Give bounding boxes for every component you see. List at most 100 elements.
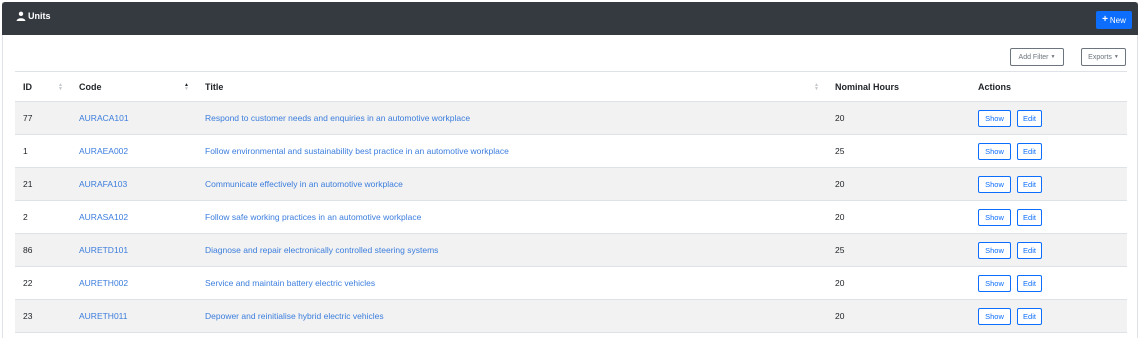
caret-down-icon: ▼ [1050,54,1056,60]
cell-code: AURASA102 [71,201,197,234]
cell-actions: Show Edit [970,168,1127,201]
code-link[interactable]: AURAEA002 [79,146,128,156]
cell-id: 1 [23,146,28,156]
show-button[interactable]: Show [978,208,1011,226]
column-header-code[interactable]: Code ▲ ▼ [71,71,197,102]
cell-actions: Show Edit [970,102,1127,135]
edit-button[interactable]: Edit [1017,208,1042,226]
title-link[interactable]: Follow safe working practices in an auto… [205,212,421,222]
table-row: 21 AURAFA103 Communicate effectively in an… [15,167,1127,201]
cell-title: Communicate effectively in an automotive… [197,168,827,201]
title-link[interactable]: Diagnose and repair electronically contr… [205,245,438,255]
cell-nominal-hours: 25 [835,245,845,255]
cell-nominal-hours: 25 [835,146,845,156]
code-link[interactable]: AURAFA103 [79,179,127,189]
cell-code: AURACA101 [71,102,197,135]
exports-label: Exports [1088,53,1112,61]
code-link[interactable]: AURETH011 [79,311,128,321]
row-actions: Show Edit [978,307,1119,325]
cell-id: 22 [23,278,33,288]
cell-id: 21 [23,179,33,189]
page-title-text: Units [28,11,51,21]
cell-nominal-hours: 20 [835,311,845,321]
new-button-label: New [1109,15,1126,25]
show-button[interactable]: Show [978,241,1011,259]
plus-icon: + [1102,14,1108,25]
page-title: Units [16,11,51,21]
row-actions: Show Edit [978,274,1119,292]
table-row: 77 AURACA101 Respond to customer needs and… [15,101,1127,135]
table-header-row: ID ▲ ▼ Code ▲ ▼ Title ▲ ▼ Nominal Hours Act… [15,71,1127,102]
column-header-label: Title [205,81,224,92]
cell-nominal-hours: 20 [835,179,845,189]
edit-button[interactable]: Edit [1017,142,1042,160]
column-header-label: Nominal Hours [835,81,900,92]
cell-nominal-hours: 20 [835,278,845,288]
column-header-title[interactable]: Title ▲ ▼ [197,71,827,102]
units-table: ID ▲ ▼ Code ▲ ▼ Title ▲ ▼ Nominal Hours Act… [15,71,1127,333]
sort-arrows-icon: ▲ ▼ [58,81,63,92]
column-header-actions: Actions [970,71,1127,102]
column-header-label: Actions [978,81,1012,92]
user-icon [16,11,26,21]
cell-code: AURETD101 [71,234,197,267]
cell-id: 23 [23,311,33,321]
title-link[interactable]: Follow environmental and sustainability … [205,146,509,156]
show-button[interactable]: Show [978,142,1011,160]
cell-title: Follow environmental and sustainability … [197,135,827,168]
exports-button[interactable]: Exports ▼ [1081,48,1126,66]
code-link[interactable]: AURETD101 [79,245,128,255]
edit-button[interactable]: Edit [1017,109,1042,127]
cell-nominal-hours: 20 [835,212,845,222]
code-link[interactable]: AURASA102 [79,212,128,222]
title-link[interactable]: Respond to customer needs and enquiries … [205,113,470,123]
edit-button[interactable]: Edit [1017,274,1042,292]
cell-actions: Show Edit [970,300,1127,333]
column-header-label: Code [79,81,102,92]
row-actions: Show Edit [978,142,1119,160]
table-row: 23 AURETH011 Depower and reinitialise hybr… [15,299,1127,333]
new-button[interactable]: + New [1096,11,1132,29]
table-body: 77 AURACA101 Respond to customer needs and… [15,101,1127,333]
cell-title: Diagnose and repair electronically contr… [197,234,827,267]
row-actions: Show Edit [978,175,1119,193]
show-button[interactable]: Show [978,109,1011,127]
show-button[interactable]: Show [978,307,1011,325]
edit-button[interactable]: Edit [1017,241,1042,259]
cell-actions: Show Edit [970,234,1127,267]
cell-code: AURAFA103 [71,168,197,201]
cell-actions: Show Edit [970,135,1127,168]
sort-arrows-icon: ▲ ▼ [184,81,189,92]
title-link[interactable]: Service and maintain battery electric ve… [205,278,375,288]
title-link[interactable]: Communicate effectively in an automotive… [205,179,403,189]
edit-button[interactable]: Edit [1017,175,1042,193]
edit-button[interactable]: Edit [1017,307,1042,325]
add-filter-button[interactable]: Add Filter ▼ [1010,48,1064,66]
cell-id: 2 [23,212,28,222]
column-header-label: ID [23,81,32,92]
cell-id: 86 [23,245,33,255]
cell-title: Follow safe working practices in an auto… [197,201,827,234]
sort-arrows-icon: ▲ ▼ [814,81,819,92]
table-row: 2 AURASA102 Follow safe working practices … [15,201,1127,234]
code-link[interactable]: AURACA101 [79,113,129,123]
column-header-id[interactable]: ID ▲ ▼ [15,71,71,102]
column-header-nominal-hours[interactable]: Nominal Hours [827,71,970,102]
cell-title: Depower and reinitialise hybrid electric… [197,300,827,333]
cell-code: AURAEA002 [71,135,197,168]
card-header: Units + New [2,2,1138,35]
cell-code: AURETH011 [71,300,197,333]
table-row: 1 AURAEA002 Follow environmental and susta… [15,135,1127,168]
table-row: 22 AURETH002 Service and maintain battery … [15,267,1127,300]
cell-actions: Show Edit [970,267,1127,300]
code-link[interactable]: AURETH002 [79,278,128,288]
cell-id: 77 [23,113,33,123]
cell-nominal-hours: 20 [835,113,845,123]
cell-code: AURETH002 [71,267,197,300]
cell-title: Respond to customer needs and enquiries … [197,102,827,135]
show-button[interactable]: Show [978,175,1011,193]
row-actions: Show Edit [978,109,1119,127]
show-button[interactable]: Show [978,274,1011,292]
table-row: 86 AURETD101 Diagnose and repair electroni… [15,233,1127,267]
title-link[interactable]: Depower and reinitialise hybrid electric… [205,311,384,321]
